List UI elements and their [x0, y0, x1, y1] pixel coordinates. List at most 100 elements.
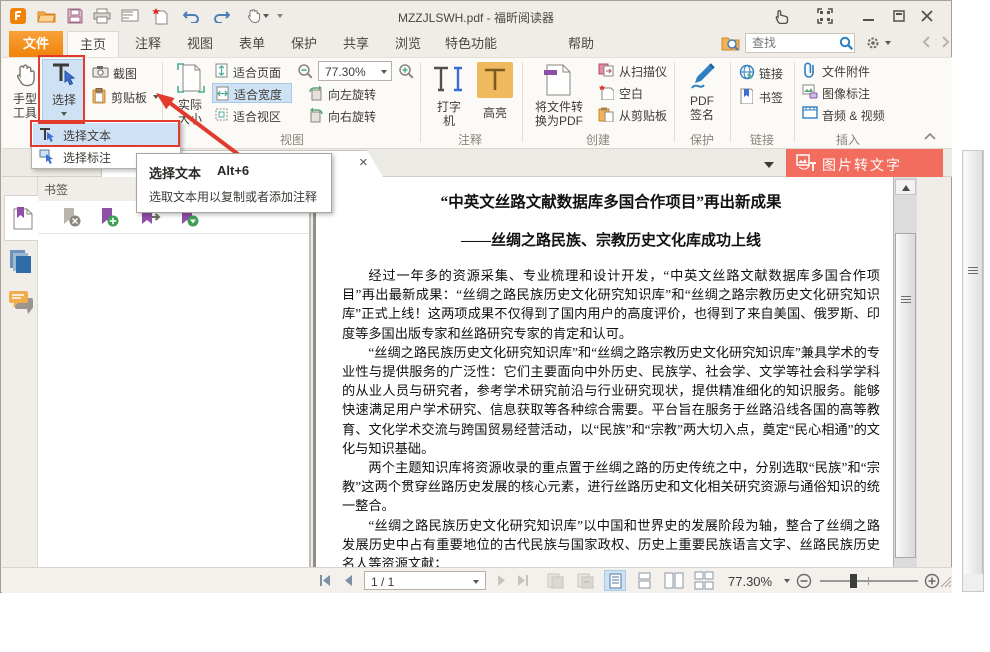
from-clipboard-label[interactable]: 从剪贴板 — [619, 107, 667, 124]
last-page-button[interactable] — [516, 574, 530, 587]
tab-features[interactable]: 特色功能 — [437, 31, 505, 57]
zoom-in-button[interactable] — [924, 573, 940, 589]
ribbon-divider — [794, 62, 795, 142]
outer-scrollbar[interactable] — [962, 150, 984, 592]
doc-scrollbar-thumb[interactable] — [895, 233, 916, 558]
minimize-button[interactable] — [861, 8, 877, 24]
facing-view-button[interactable] — [664, 572, 684, 589]
collapse-ribbon-icon[interactable] — [924, 132, 936, 140]
tab-close-icon[interactable]: × — [359, 154, 368, 171]
tab-protect[interactable]: 保护 — [281, 31, 327, 57]
tab-share[interactable]: 共享 — [333, 31, 379, 57]
from-scanner-label[interactable]: 从扫描仪 — [619, 63, 667, 80]
page-thumbnails-icon[interactable] — [9, 249, 33, 275]
doc-title: “中英文丝路文献数据库多国合作项目”再出新成果 — [342, 190, 880, 212]
convert-to-pdf-label: 将文件转换为PDF — [533, 100, 585, 128]
zoom-combo-caret-icon[interactable] — [381, 70, 387, 77]
tab-list-caret-icon[interactable] — [764, 162, 774, 173]
image-annotation-label[interactable]: 图像标注 — [822, 85, 870, 102]
find-icon[interactable] — [721, 34, 740, 52]
next-page-button[interactable] — [496, 574, 508, 587]
layout-grid-icon[interactable] — [817, 8, 833, 24]
status-zoom-caret-icon[interactable] — [784, 579, 790, 586]
tab-browse[interactable]: 浏览 — [385, 31, 431, 57]
gear-icon[interactable] — [865, 35, 881, 51]
rotate-right-icon[interactable] — [308, 107, 324, 123]
page-combo-caret-icon[interactable] — [473, 580, 479, 587]
title-bar: MZZJLSWH.pdf - 福昕阅读器 — [1, 1, 951, 31]
red-highlight-box-select-button — [38, 55, 85, 124]
snapshot-label[interactable]: 截图 — [113, 65, 137, 82]
search-icon[interactable] — [839, 36, 854, 51]
tab-home[interactable]: 主页 — [67, 31, 119, 57]
file-attachment-icon[interactable] — [802, 62, 817, 78]
snapshot-icon[interactable] — [92, 65, 109, 78]
resize-grip[interactable] — [940, 576, 952, 588]
tab-file[interactable]: 文件 — [9, 31, 63, 57]
tab-comment[interactable]: 注释 — [125, 31, 171, 57]
share-hand-icon[interactable] — [773, 8, 790, 24]
bookmarks-panel-title: 书签 — [44, 181, 68, 198]
clipboard-icon[interactable] — [92, 88, 106, 104]
tab-view[interactable]: 视图 — [177, 31, 223, 57]
ocr-button[interactable]: 图片转文字 — [786, 149, 943, 177]
restore-button[interactable] — [891, 8, 907, 24]
link-label[interactable]: 链接 — [759, 65, 783, 82]
highlight-icon — [477, 62, 513, 98]
blank-page-label[interactable]: 空白 — [619, 85, 643, 102]
scroll-up-button[interactable] — [895, 179, 916, 195]
single-page-view-button[interactable] — [604, 570, 626, 591]
close-button[interactable] — [919, 8, 935, 24]
page-number-combobox[interactable]: 1 / 1 — [364, 571, 486, 590]
from-clipboard-icon[interactable] — [598, 106, 614, 122]
group-label-insert: 插入 — [798, 131, 898, 148]
bookmark-label[interactable]: 书签 — [759, 89, 783, 106]
previous-view-button[interactable] — [546, 572, 564, 589]
continuous-view-button[interactable] — [638, 572, 651, 589]
status-zoom-value: 77.30% — [728, 574, 772, 589]
doc-subtitle: ——丝绸之路民族、宗教历史文化库成功上线 — [342, 229, 880, 250]
ribbon-divider — [730, 62, 731, 142]
zoom-out-button[interactable] — [796, 573, 812, 589]
tab-form[interactable]: 表单 — [229, 31, 275, 57]
fit-page-button[interactable]: 适合页面 — [214, 61, 292, 81]
find-previous-icon[interactable] — [921, 36, 933, 48]
image-annotation-icon[interactable] — [802, 84, 818, 99]
continuous-facing-view-button[interactable] — [694, 571, 714, 590]
doc-paragraph: 经过一年多的资源采集、专业梳理和设计开发，“中英文丝路文献数据库多国合作项目”再… — [342, 266, 880, 343]
doc-paragraph: “丝绸之路民族历史文化研究知识库”以中国和世界史的发展阶段为轴，整合了丝绸之路发… — [342, 516, 880, 567]
gear-caret-icon[interactable] — [885, 41, 891, 48]
previous-page-button[interactable] — [342, 574, 354, 587]
delete-bookmark-icon[interactable] — [60, 206, 82, 228]
rotate-left-icon[interactable] — [308, 85, 324, 101]
zoom-out-icon[interactable] — [297, 63, 314, 80]
outer-scrollbar-thumb[interactable] — [964, 151, 983, 574]
audio-video-icon[interactable] — [802, 106, 818, 120]
tab-help[interactable]: 帮助 — [559, 31, 603, 57]
from-scanner-icon[interactable] — [598, 62, 614, 77]
add-bookmark-icon[interactable] — [98, 206, 120, 228]
link-icon[interactable] — [739, 64, 755, 80]
ribbon-divider — [674, 62, 675, 142]
first-page-button[interactable] — [318, 574, 332, 587]
nav-bookmarks-tab-active[interactable] — [4, 195, 39, 241]
doc-scrollbar[interactable] — [893, 177, 917, 567]
blank-page-icon[interactable] — [598, 84, 614, 100]
highlight-label: 高亮 — [483, 104, 507, 121]
hand-tool-label: 手型工具 — [12, 92, 38, 120]
bookmark-ribbon-icon[interactable] — [739, 88, 753, 104]
zoom-slider-handle[interactable] — [850, 574, 857, 588]
group-label-protect: 保护 — [678, 131, 726, 148]
navigation-strip — [2, 177, 38, 567]
next-view-button[interactable] — [576, 572, 594, 589]
rotate-right-label[interactable]: 向右旋转 — [328, 108, 376, 125]
zoom-level-value: 77.30% — [325, 65, 366, 79]
rotate-left-label[interactable]: 向左旋转 — [328, 86, 376, 103]
file-attachment-label[interactable]: 文件附件 — [822, 63, 870, 80]
find-next-icon[interactable] — [939, 36, 951, 48]
zoom-slider[interactable] — [820, 580, 918, 582]
audio-video-label[interactable]: 音频 & 视频 — [822, 107, 885, 124]
comments-panel-icon[interactable] — [7, 289, 35, 315]
zoom-in-icon[interactable] — [398, 63, 415, 80]
zoom-level-combobox[interactable]: 77.30% — [318, 61, 392, 81]
